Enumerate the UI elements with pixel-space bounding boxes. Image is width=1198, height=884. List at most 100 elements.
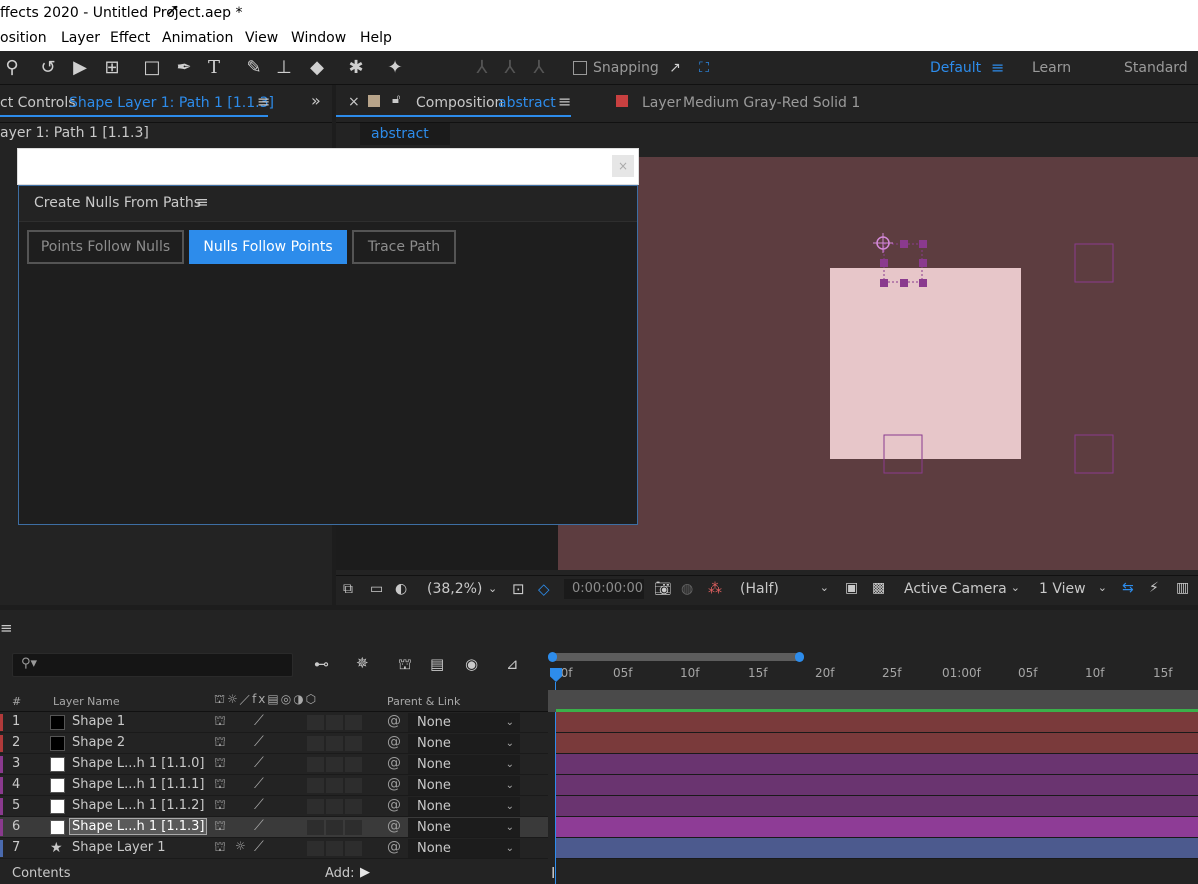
lock-icon[interactable]: 🔓︎ — [392, 92, 400, 107]
layer-name[interactable]: Shape L...h 1 [1.1.1] — [72, 777, 204, 792]
shy-switch-icon[interactable]: ⛫ — [214, 714, 226, 731]
panel-menu-icon[interactable]: ≡ — [257, 92, 270, 111]
label-color[interactable] — [0, 756, 3, 773]
pen-tool-icon[interactable]: ✒ — [172, 56, 196, 80]
always-preview-icon[interactable]: ⧉ — [343, 581, 353, 597]
parent-pickwhip-icon[interactable]: @ — [387, 713, 401, 729]
layer-name[interactable]: Shape L...h 1 [1.1.3] — [69, 818, 208, 835]
layer-duration-bar[interactable] — [556, 754, 1198, 775]
dialog-close-button[interactable]: × — [612, 155, 634, 177]
collapse-switch-icon[interactable]: ☼ — [235, 839, 246, 853]
label-color[interactable] — [0, 819, 3, 836]
camera-dropdown[interactable]: Active Camera ⌄ — [898, 579, 1026, 599]
shy-switch-icon[interactable]: ⛫ — [214, 735, 226, 752]
snap-options-icon[interactable]: ↗ — [663, 56, 687, 80]
show-snapshot-icon[interactable]: ◍ — [681, 581, 693, 597]
layer-duration-bar[interactable] — [556, 838, 1198, 859]
layer-name[interactable]: Shape Layer 1 — [72, 840, 166, 855]
layer-duration-bar[interactable] — [556, 817, 1198, 838]
parent-dropdown[interactable]: None ⌄ — [408, 755, 520, 774]
timeline-menu-icon[interactable]: ≡ — [0, 619, 13, 637]
region-icon[interactable]: ⊡ — [512, 580, 525, 598]
timeline-flow-icon[interactable]: ▥ — [1176, 580, 1189, 596]
table-row[interactable]: 2 Shape 2 ⛫ ⟋ @ None ⌄ — [0, 733, 548, 754]
menu-animation[interactable]: Animation — [162, 30, 233, 46]
dialog-titlebar[interactable]: × — [17, 148, 639, 185]
menu-view[interactable]: View — [245, 30, 278, 46]
layer-name[interactable]: Shape L...h 1 [1.1.2] — [72, 798, 204, 813]
dialog-menu-icon[interactable]: ≡ — [196, 193, 209, 211]
toggle-pixel-aspect-icon[interactable]: ⇆ — [1122, 580, 1134, 596]
table-row[interactable]: 5 Shape L...h 1 [1.1.2] ⛫ ⟋ @ None ⌄ — [0, 796, 548, 817]
effect-controls-tab-prefix[interactable]: ct Controls — [0, 95, 76, 111]
rectangle-tool-icon[interactable]: □ — [140, 56, 164, 80]
transparency-grid-icon[interactable]: ◇ — [538, 580, 550, 598]
menu-help[interactable]: Help — [360, 30, 392, 46]
workspace-default[interactable]: Default — [930, 60, 981, 76]
parent-pickwhip-icon[interactable]: @ — [387, 839, 401, 855]
shy-switch-icon[interactable]: ⛫ — [214, 819, 226, 836]
parent-pickwhip-icon[interactable]: @ — [387, 755, 401, 771]
layer-switch-boxes[interactable] — [307, 799, 369, 814]
composition-tab-name[interactable]: abstract — [498, 95, 556, 111]
table-row[interactable]: 6 Shape L...h 1 [1.1.3] ⛫ ⟋ @ None ⌄ — [0, 817, 548, 838]
menu-window[interactable]: Window — [291, 30, 346, 46]
label-color[interactable] — [0, 777, 3, 794]
parent-pickwhip-icon[interactable]: @ — [387, 818, 401, 834]
table-row[interactable]: 3 Shape L...h 1 [1.1.0] ⛫ ⟋ @ None ⌄ — [0, 754, 548, 775]
puppet-tool-icon[interactable]: ✱ — [344, 56, 368, 80]
add-menu-icon[interactable]: ▶ — [360, 865, 370, 880]
graph-editor-icon[interactable]: ⊿ — [506, 655, 519, 673]
label-color[interactable] — [0, 735, 3, 752]
composition-viewer[interactable] — [558, 157, 1198, 570]
quality-switch-icon[interactable]: ⟋ — [254, 776, 264, 792]
quality-switch-icon[interactable]: ⟋ — [254, 734, 264, 750]
parent-pickwhip-icon[interactable]: @ — [387, 776, 401, 792]
pan-behind-tool-icon[interactable]: ⊞ — [100, 56, 124, 80]
channels-icon[interactable]: ⁂ — [708, 581, 722, 597]
work-area-end-handle[interactable] — [795, 652, 804, 662]
rotate-tool-icon[interactable]: ↺ — [36, 56, 60, 80]
parent-pickwhip-icon[interactable]: @ — [387, 734, 401, 750]
fast-previews-icon[interactable]: ▣ — [845, 580, 858, 596]
layer-duration-bar[interactable] — [556, 775, 1198, 796]
menu-effect[interactable]: Effect — [110, 30, 150, 46]
motion-blur-icon[interactable]: ◉ — [465, 655, 478, 673]
parent-dropdown[interactable]: None ⌄ — [408, 713, 520, 732]
snap-target-icon[interactable]: ⛶ — [692, 56, 716, 80]
shy-layers-icon[interactable]: ⛫ — [398, 655, 412, 675]
column-parent[interactable]: Parent & Link — [387, 695, 460, 708]
quality-switch-icon[interactable]: ⟋ — [254, 755, 264, 771]
label-color[interactable] — [0, 798, 3, 815]
expand-panels-icon[interactable]: » — [311, 91, 321, 110]
panel-menu-icon[interactable]: ≡ — [558, 92, 571, 111]
layer-name[interactable]: Shape 2 — [72, 735, 125, 750]
trace-path-button[interactable]: Trace Path — [352, 230, 456, 264]
fast-preview-bolt-icon[interactable]: ⚡︎ — [1149, 580, 1159, 596]
quality-switch-icon[interactable]: ⟋ — [254, 713, 264, 729]
quality-switch-icon[interactable]: ⟋ — [254, 797, 264, 813]
clone-stamp-tool-icon[interactable]: ⊥ — [272, 56, 296, 80]
layer-tab-name[interactable]: Medium Gray-Red Solid 1 — [683, 95, 860, 111]
quality-switch-icon[interactable]: ⟋ — [254, 818, 264, 834]
axis-local-icon[interactable]: ⅄ — [470, 56, 494, 80]
layer-duration-bar[interactable] — [556, 712, 1198, 733]
label-color[interactable] — [0, 840, 3, 857]
shy-switch-icon[interactable]: ⛫ — [214, 777, 226, 794]
layer-name[interactable]: Shape L...h 1 [1.1.0] — [72, 756, 204, 771]
brush-tool-icon[interactable]: ✎ — [242, 56, 266, 80]
type-tool-icon[interactable]: T — [202, 56, 226, 80]
parent-dropdown[interactable]: None ⌄ — [408, 734, 520, 753]
camera-tool-icon[interactable]: ▶ — [68, 56, 92, 80]
layer-switch-boxes[interactable] — [307, 715, 369, 730]
layer-switch-boxes[interactable] — [307, 757, 369, 772]
composition-subtab[interactable]: abstract — [360, 123, 450, 145]
layer-switch-boxes[interactable] — [307, 820, 369, 835]
menu-composition[interactable]: osition — [0, 30, 47, 46]
parent-dropdown[interactable]: None ⌄ — [408, 818, 520, 837]
draft-3d-icon[interactable]: ✵ — [356, 654, 369, 672]
monitor-icon[interactable]: ▭ — [370, 581, 383, 597]
zoom-chevron-icon[interactable]: ⌄ — [488, 582, 497, 595]
workspace-menu-icon[interactable]: ≡ — [991, 58, 1004, 77]
nulls-follow-points-button[interactable]: Nulls Follow Points — [189, 230, 347, 264]
